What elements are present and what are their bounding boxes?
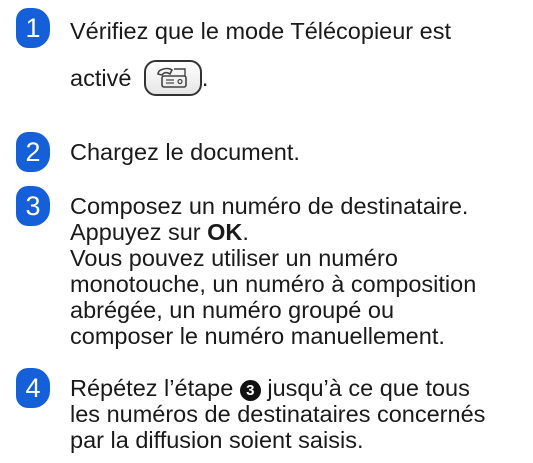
step-reference-badge: 3	[239, 380, 261, 401]
step-4-until-text: jusqu’à ce que tous	[260, 375, 470, 401]
step-1: 1 Vérifiez que le mode Télécopieur est a…	[0, 0, 533, 110]
step-4-repeat-text: Répétez l’étape	[70, 375, 240, 401]
step-4-line-2: les numéros de destinataires concernés	[70, 401, 486, 427]
step-number-badge: 4	[16, 368, 50, 408]
step-1-activated-text: activé	[70, 65, 132, 92]
step-4-line-1: Répétez l’étape 3 jusqu’à ce que tous	[70, 375, 530, 401]
step-4-line-3: par la diffusion soient saisis.	[70, 427, 364, 453]
step-1-line-1: Vérifiez que le mode Télécopieur est	[70, 18, 452, 44]
step-number-badge: 2	[16, 132, 50, 172]
step-2-line-1: Chargez le document.	[70, 139, 300, 165]
step-3-period: .	[242, 219, 249, 245]
ok-key-label: OK	[207, 219, 243, 245]
step-3-line-4: monotouche, un numéro à composition	[70, 271, 477, 297]
step-3-line-1: Composez un numéro de destinataire.	[70, 193, 469, 219]
step-4-text: Répétez l’étape 3 jusqu’à ce que tous le…	[70, 375, 530, 453]
step-3: 3 Composez un numéro de destinataire. Ap…	[0, 186, 533, 356]
step-3-press-text: Appuyez sur	[70, 219, 208, 245]
step-1-text: Vérifiez que le mode Télécopieur est act…	[70, 16, 530, 98]
step-3-line-2: Appuyez sur OK.	[70, 219, 530, 245]
step-1-line-2: activé .	[70, 60, 530, 98]
fax-mode-button	[143, 60, 202, 96]
fax-icon	[157, 67, 187, 88]
step-4: 4 Répétez l’étape 3 jusqu’à ce que tous …	[0, 368, 533, 463]
step-number-badge: 1	[16, 8, 50, 48]
step-3-line-5: abrégée, un numéro groupé ou	[70, 297, 395, 323]
step-2-text: Chargez le document.	[70, 139, 530, 165]
step-2: 2 Chargez le document.	[0, 132, 533, 176]
step-3-line-3: Vous pouvez utiliser un numéro	[70, 245, 398, 271]
step-number-badge: 3	[16, 186, 50, 226]
step-3-line-6: composer le numéro manuellement.	[70, 323, 445, 349]
step-3-text: Composez un numéro de destinataire. Appu…	[70, 193, 530, 349]
step-1-period: .	[201, 65, 209, 92]
